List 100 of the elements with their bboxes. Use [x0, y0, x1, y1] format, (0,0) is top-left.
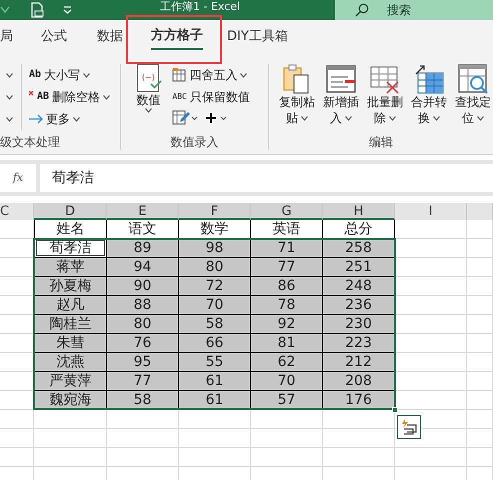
- column-header[interactable]: D: [34, 203, 107, 220]
- grid-cell: [107, 429, 179, 448]
- ribbon-button[interactable]: 新增插入: [321, 64, 361, 126]
- grid-cell: [467, 277, 493, 296]
- table-cell: 86: [251, 277, 323, 296]
- grid-cell: [395, 315, 467, 334]
- table-cell: 92: [251, 315, 323, 334]
- table-cell: 251: [323, 258, 395, 277]
- fill-handle[interactable]: [392, 407, 398, 413]
- customize-icon[interactable]: [63, 6, 72, 14]
- grid-cell: [395, 296, 467, 315]
- function-button[interactable]: fx: [0, 164, 36, 192]
- grid-cell: [467, 220, 493, 239]
- table-cell: 70: [251, 372, 323, 391]
- column-header[interactable]: C: [0, 203, 34, 220]
- table-cell: 严黄萍: [34, 372, 107, 391]
- grid-delete-icon: [370, 64, 400, 94]
- grid-cell: [0, 220, 34, 239]
- grid-cell: [467, 296, 493, 315]
- column-header[interactable]: G: [251, 203, 323, 220]
- document-icon[interactable]: [30, 2, 44, 18]
- group-label: 级文本处理: [0, 135, 60, 150]
- number-button[interactable]: (−) 数值: [131, 64, 166, 128]
- table-cell: 77: [251, 258, 323, 277]
- undo-icon[interactable]: [0, 6, 10, 14]
- caret-icon: [73, 116, 80, 122]
- check-icon: [150, 80, 162, 89]
- caret-icon: [433, 116, 440, 122]
- grid-cell: [395, 448, 467, 467]
- caret-icon[interactable]: [6, 72, 13, 78]
- ribbon-tab[interactable]: 数据: [97, 26, 123, 50]
- column-header[interactable]: E: [107, 203, 179, 220]
- grid-icon: [414, 64, 444, 94]
- table-cell: 荀孝洁: [34, 239, 107, 258]
- table-cell: 212: [323, 353, 395, 372]
- ribbon-item[interactable]: 更多: [26, 108, 114, 130]
- grid-cell: [467, 429, 493, 448]
- search-field[interactable]: 搜索: [335, 0, 493, 20]
- table-cell: 朱彗: [34, 334, 107, 353]
- table-cell: 98: [179, 239, 251, 258]
- grid-cell: [467, 258, 493, 277]
- edit-icon[interactable]: [172, 110, 198, 126]
- ribbon-item[interactable]: Ab 大小写: [26, 64, 114, 86]
- icon-label: Ab: [29, 69, 42, 81]
- table-cell: 94: [107, 258, 179, 277]
- caret-icon: [301, 116, 308, 122]
- table-cell: 70: [179, 296, 251, 315]
- grid-cell: [107, 448, 179, 467]
- quick-analysis-button[interactable]: [397, 415, 421, 439]
- caret-icon[interactable]: [6, 94, 13, 100]
- table-cell: 80: [179, 258, 251, 277]
- grid-cell: [395, 353, 467, 372]
- caret-icon: [389, 116, 396, 122]
- caret-icon: [83, 72, 90, 78]
- ribbon-button[interactable]: 复制粘贴: [277, 64, 317, 126]
- grid-cell: [467, 391, 493, 410]
- table-cell: 赵凡: [34, 296, 107, 315]
- formula-field[interactable]: 荀孝洁: [40, 164, 493, 192]
- grid-cell: [395, 220, 467, 239]
- ribbon-tab[interactable]: 公式: [41, 26, 67, 50]
- grid-cell: [179, 448, 251, 467]
- grid-cell: [395, 391, 467, 410]
- ribbon-button[interactable]: 批量删除: [365, 64, 405, 126]
- table-cell: 80: [107, 315, 179, 334]
- group-label: 编辑: [368, 135, 394, 150]
- table-icon: [172, 68, 186, 82]
- ribbon-item[interactable]: AB 删除空格: [26, 86, 114, 108]
- column-header[interactable]: I: [395, 203, 467, 220]
- table-cell: 孙夏梅: [34, 277, 107, 296]
- column-header[interactable]: H: [323, 203, 395, 220]
- grid-cell: [395, 372, 467, 391]
- ribbon-item[interactable]: 四舍五入: [169, 64, 253, 86]
- table-cell: 77: [107, 372, 179, 391]
- arrow-icon: [29, 112, 43, 126]
- grid-cell: [467, 448, 493, 467]
- table-cell: 71: [251, 239, 323, 258]
- table-cell: 66: [179, 334, 251, 353]
- ribbon-tab[interactable]: 局: [0, 26, 13, 50]
- ribbon-tab[interactable]: 方方格子: [151, 26, 203, 50]
- ribbon-item[interactable]: ABC 只保留数值: [169, 86, 253, 108]
- ribbon-tab[interactable]: DIY工具箱: [227, 26, 288, 50]
- grid-cell: [467, 315, 493, 334]
- table-cell: 61: [179, 372, 251, 391]
- grid-cell: [467, 353, 493, 372]
- column-header[interactable]: F: [179, 203, 251, 220]
- grid-cell: [467, 410, 493, 429]
- caret-icon[interactable]: [6, 116, 13, 122]
- grid-cell: [0, 410, 34, 429]
- table-cell: 72: [179, 277, 251, 296]
- table-cell: 沈燕: [34, 353, 107, 372]
- table-cell: 208: [323, 372, 395, 391]
- ribbon-button[interactable]: 查找定位: [453, 64, 493, 126]
- cross-icon: [29, 91, 34, 96]
- caret-icon: [103, 94, 110, 100]
- table-cell: 90: [107, 277, 179, 296]
- ribbon-button[interactable]: 合并转换: [409, 64, 449, 126]
- grid-search-icon: [458, 64, 488, 94]
- grid-cell: [467, 372, 493, 391]
- plus-icon[interactable]: [206, 111, 228, 125]
- grid-cell: [467, 239, 493, 258]
